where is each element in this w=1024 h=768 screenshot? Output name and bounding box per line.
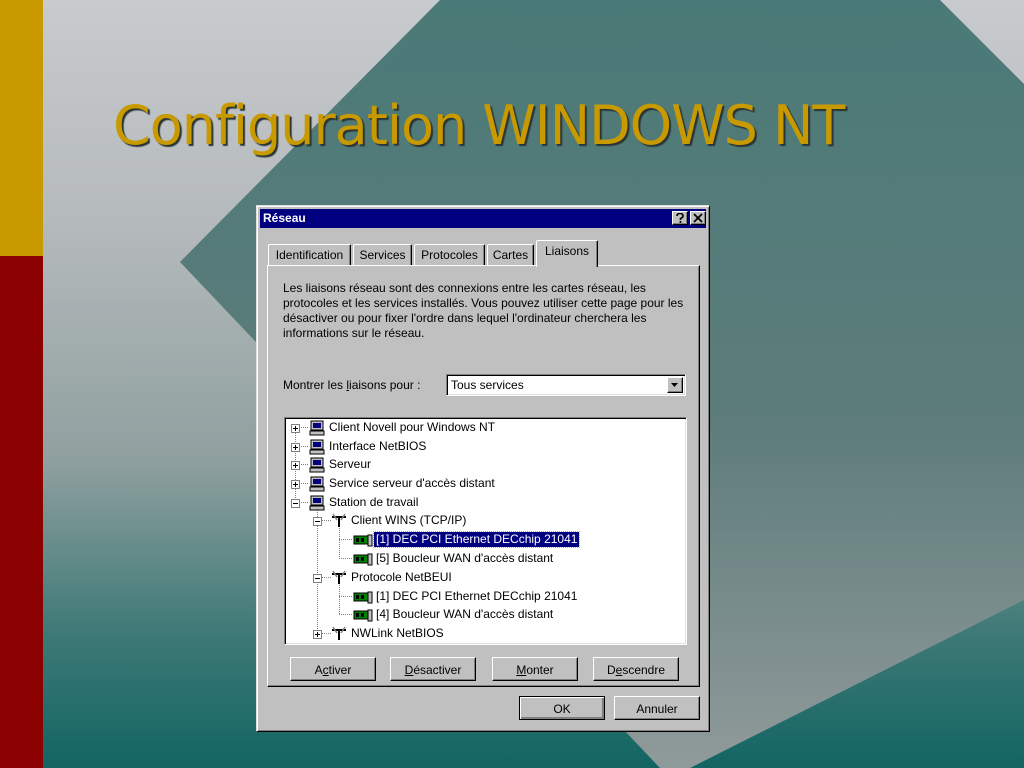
tree-item[interactable]: [1] DEC PCI Ethernet DECchip 21041 (285, 588, 685, 606)
tab-services[interactable]: Services (353, 244, 412, 266)
btn-text: scendre (622, 663, 666, 677)
expand-icon[interactable] (291, 424, 300, 433)
bindings-tree[interactable]: Client Novell pour Windows NT Interface … (284, 417, 687, 645)
tree-item-label: [1] DEC PCI Ethernet DECchip 21041 (376, 589, 578, 603)
expand-icon[interactable] (291, 443, 300, 452)
network-card-icon (353, 553, 373, 566)
deactivate-button[interactable]: Désactiver (390, 657, 476, 681)
computer-icon (309, 476, 325, 492)
tree-item-label: [5] Boucleur WAN d'accès distant (376, 551, 554, 565)
btn-text: tiver (328, 663, 352, 677)
move-down-button[interactable]: Descendre (593, 657, 679, 681)
chevron-down-icon (671, 383, 678, 387)
close-button[interactable] (690, 211, 706, 225)
show-label-pre: Montrer les (283, 378, 347, 392)
help-button[interactable] (672, 211, 688, 225)
move-up-button[interactable]: Monter (492, 657, 578, 681)
tree-item-label: Station de travail (329, 495, 419, 509)
tree-item[interactable]: Client Novell pour Windows NT (285, 419, 685, 437)
expand-icon[interactable] (291, 480, 300, 489)
tree-item-label: NWLink NetBIOS (351, 626, 444, 640)
btn-text: ésactiver (413, 663, 462, 677)
btn-accel: D (404, 663, 414, 677)
show-label-post: iaisons pour : (349, 378, 421, 392)
network-card-icon (353, 534, 373, 547)
tree-item[interactable]: Protocole NetBEUI (285, 569, 685, 587)
tree-item[interactable]: Serveur (285, 456, 685, 474)
tree-item-label: Service serveur d'accès distant (329, 476, 495, 490)
dialog-titlebar: Réseau (260, 209, 706, 228)
computer-icon (309, 457, 325, 473)
question-mark-icon (676, 213, 684, 223)
tree-item-label: Interface NetBIOS (329, 439, 427, 453)
close-icon (693, 213, 703, 223)
tree-item-label: Serveur (329, 457, 372, 471)
bindings-panel: Les liaisons réseau sont des connexions … (267, 265, 700, 687)
tab-protocols[interactable]: Protocoles (414, 244, 485, 266)
btn-text: onter (526, 663, 554, 677)
tab-cards[interactable]: Cartes (487, 244, 534, 266)
activate-button[interactable]: Activer (290, 657, 376, 681)
tree-item[interactable]: [1] DEC PCI Ethernet DECchip 21041 (285, 531, 685, 549)
network-card-icon (353, 609, 373, 622)
tree-item[interactable]: Station de travail (285, 494, 685, 512)
btn-text: A (314, 663, 323, 677)
collapse-icon[interactable] (313, 574, 322, 583)
computer-icon (309, 420, 325, 436)
tree-item-label: [1] DEC PCI Ethernet DECchip 21041 (372, 531, 581, 548)
show-bindings-label: Montrer les liaisons pour : (283, 378, 420, 392)
tree-item[interactable]: Client WINS (TCP/IP) (285, 512, 685, 530)
collapse-icon[interactable] (313, 517, 322, 526)
network-card-icon (353, 591, 373, 604)
expand-icon[interactable] (313, 630, 322, 639)
bindings-description: Les liaisons réseau sont des connexions … (283, 281, 684, 340)
computer-icon (309, 439, 325, 455)
tree-item[interactable]: NWLink NetBIOS (285, 625, 685, 643)
cancel-button[interactable]: Annuler (614, 696, 700, 720)
protocol-icon (332, 513, 346, 527)
dropdown-button[interactable] (667, 377, 683, 393)
tree-item-label: Client Novell pour Windows NT (329, 420, 496, 434)
collapse-icon[interactable] (291, 499, 300, 508)
dialog-title: Réseau (263, 211, 306, 225)
tree-item[interactable]: Interface NetBIOS (285, 438, 685, 456)
slide-title: Configuration WINDOWS NT (113, 94, 845, 157)
tree-item-label: Protocole NetBEUI (351, 570, 452, 584)
show-bindings-select[interactable]: Tous services (446, 374, 686, 396)
ok-button[interactable]: OK (519, 696, 605, 720)
tree-item[interactable]: [5] Boucleur WAN d'accès distant (285, 550, 685, 568)
select-value: Tous services (451, 378, 524, 392)
network-dialog: Réseau Identification Services Protocole… (256, 205, 710, 732)
btn-accel: M (516, 663, 527, 677)
tree-item-label: [4] Boucleur WAN d'accès distant (376, 607, 554, 621)
tree-item[interactable]: Service serveur d'accès distant (285, 475, 685, 493)
tab-identification[interactable]: Identification (268, 244, 351, 266)
protocol-icon (332, 570, 346, 584)
tab-bindings[interactable]: Liaisons (536, 240, 598, 267)
protocol-icon (332, 626, 346, 640)
btn-text: D (606, 663, 616, 677)
tree-item[interactable]: [4] Boucleur WAN d'accès distant (285, 606, 685, 624)
computer-icon (309, 495, 325, 511)
expand-icon[interactable] (291, 461, 300, 470)
tree-item-label: Client WINS (TCP/IP) (351, 513, 467, 527)
